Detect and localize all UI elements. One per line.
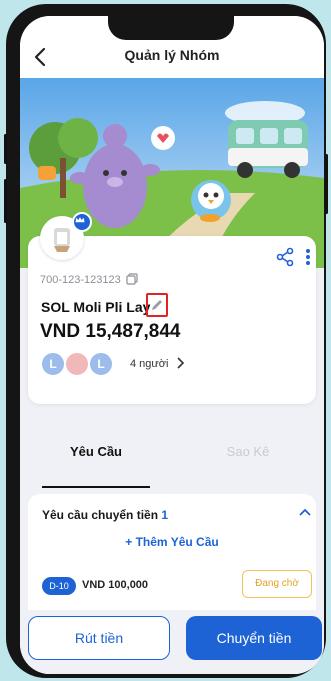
member-avatar: L [40, 351, 66, 377]
copy-icon[interactable] [126, 273, 138, 285]
transfer-requests-label: Yêu cầu chuyển tiền [42, 508, 159, 522]
share-icon[interactable] [275, 247, 295, 267]
crown-badge-icon [72, 212, 92, 232]
power-button [325, 154, 328, 214]
transfer-requests-count: 1 [161, 508, 169, 522]
phone-frame: Quản lý Nhóm 700-123-123123 SOL Moli Pli… [4, 4, 328, 678]
chevron-up-icon[interactable] [298, 507, 312, 517]
account-number: 700-123-123123 [40, 274, 121, 286]
tab-bar: Yêu Cầu Sao Kê [20, 416, 324, 488]
request-amount: VND 100,000 [82, 579, 149, 591]
transfer-button[interactable]: Chuyển tiền [186, 616, 322, 660]
more-options-icon[interactable] [305, 248, 311, 266]
group-info-card [28, 236, 316, 404]
withdraw-button[interactable]: Rút tiền [28, 616, 170, 660]
pencil-icon [152, 300, 162, 310]
group-balance: VND 15,487,844 [40, 321, 181, 342]
volume-down-button [4, 179, 7, 223]
crown-icon [75, 217, 85, 223]
status-badge: Đang chờ [242, 570, 312, 598]
due-day-badge: D-10 [42, 577, 76, 595]
volume-up-button [4, 134, 7, 164]
transfer-requests-title: Yêu cầu chuyển tiền 1 [42, 508, 168, 522]
chevron-right-icon[interactable] [175, 357, 185, 369]
app-screen: Quản lý Nhóm 700-123-123123 SOL Moli Pli… [20, 16, 324, 674]
active-tab-indicator [42, 486, 150, 488]
tab-statement[interactable]: Sao Kê [172, 444, 324, 459]
add-request-button[interactable]: + Thêm Yêu Cầu [20, 535, 324, 549]
group-name: SOL Moli Pli Lay [41, 299, 151, 315]
tab-requests[interactable]: Yêu Cầu [20, 444, 172, 459]
edit-name-button[interactable] [146, 293, 168, 317]
page-title: Quản lý Nhóm [124, 47, 220, 63]
member-avatar: L [88, 351, 114, 377]
phone-notch [108, 16, 234, 40]
member-avatar [64, 351, 90, 377]
member-count-link[interactable]: 4 người [130, 358, 168, 370]
